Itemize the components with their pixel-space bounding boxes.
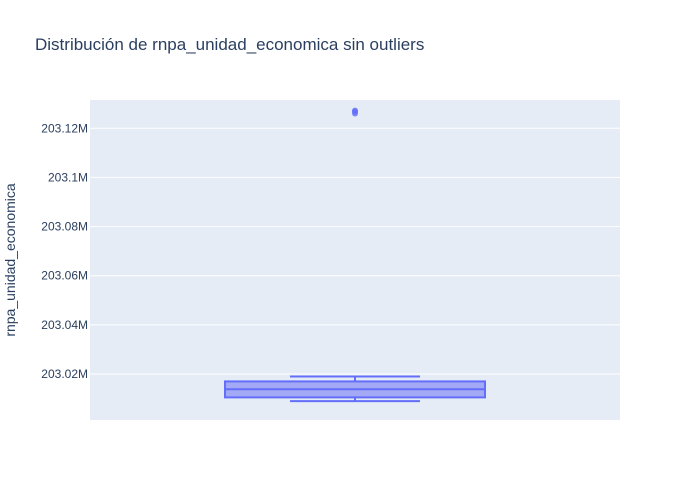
chart-title: Distribución de rnpa_unidad_economica si… [35,35,424,54]
y-tick-label: 203.1M [48,170,88,184]
y-tick-labels: 203.02M 203.04M 203.06M 203.08M 203.1M 203.12… [41,121,88,381]
data-point [352,107,358,114]
y-tick-label: 203.06M [41,269,88,283]
y-axis-title: rnpa_unidad_economica [2,183,18,337]
y-tick-label: 203.08M [41,220,88,234]
plot-area [90,100,620,420]
y-tick-label: 203.12M [41,121,88,135]
y-tick-label: 203.04M [41,318,88,332]
y-tick-label: 203.02M [41,367,88,381]
chart: Distribución de rnpa_unidad_economica si… [2,35,620,420]
